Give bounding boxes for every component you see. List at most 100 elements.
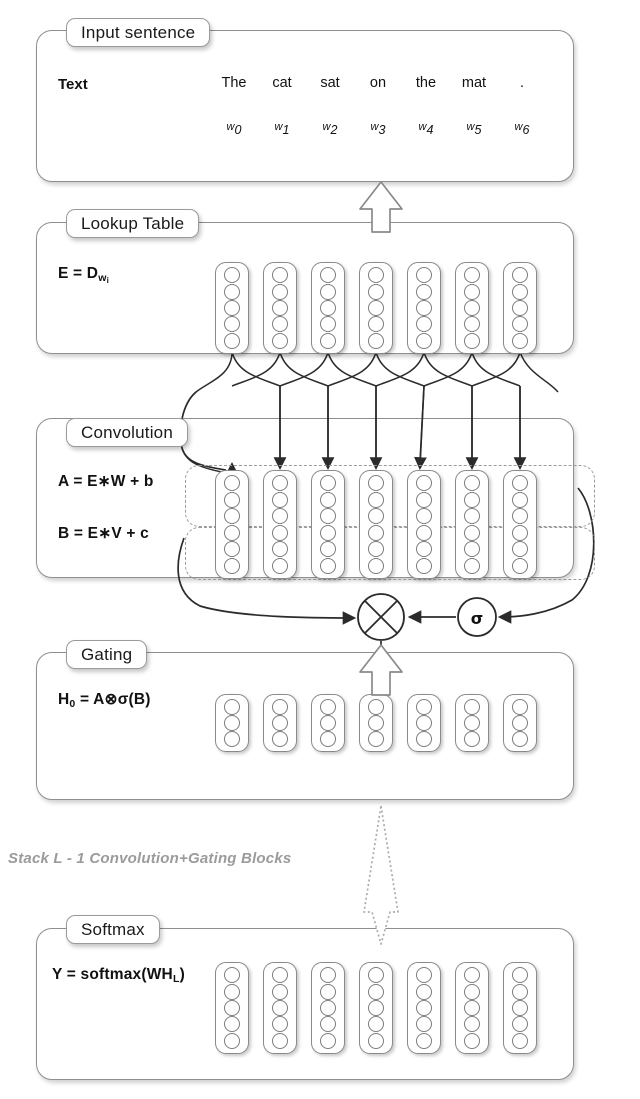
vector-cell — [512, 557, 528, 574]
vector-cell — [272, 1032, 288, 1049]
vector-cell — [320, 267, 336, 284]
vector-column — [503, 694, 537, 752]
vector-column — [359, 262, 393, 354]
vector-cell — [368, 524, 384, 541]
vector-cell — [464, 967, 480, 984]
tab-input-sentence[interactable]: Input sentence — [66, 18, 211, 47]
vector-cell — [512, 541, 528, 558]
vector-cell — [272, 491, 288, 508]
vector-cell — [512, 267, 528, 284]
vector-cell — [368, 541, 384, 558]
vector-cell — [272, 524, 288, 541]
vector-cell — [368, 557, 384, 574]
vector-cell — [272, 508, 288, 525]
diagram-canvas: Input sentence Text The cat sat on the m… — [0, 0, 640, 1099]
token: sat — [320, 75, 340, 91]
tab-softmax[interactable]: Softmax — [66, 915, 160, 944]
vector-cell — [272, 731, 288, 747]
vector-column — [263, 694, 297, 752]
vector-column — [407, 470, 441, 579]
token-index: w0 — [226, 121, 242, 137]
vector-cell — [416, 491, 432, 508]
vector-cell — [224, 299, 240, 316]
vector-cell — [272, 475, 288, 492]
vector-cell — [272, 283, 288, 300]
vector-cell — [464, 491, 480, 508]
token-index: w1 — [274, 121, 290, 137]
tab-gating[interactable]: Gating — [66, 640, 148, 669]
vector-cell — [224, 731, 240, 747]
vector-column — [407, 262, 441, 354]
vector-cell — [512, 283, 528, 300]
equation-gating: H0 = A⊗σ(B) — [58, 691, 151, 710]
vector-cell — [320, 967, 336, 984]
token-index: w4 — [418, 121, 434, 137]
vector-cell — [416, 508, 432, 525]
vector-column — [311, 962, 345, 1054]
vector-cell — [224, 508, 240, 525]
vector-cell — [224, 475, 240, 492]
vector-cell — [320, 731, 336, 747]
vector-cell — [464, 999, 480, 1016]
vector-cell — [224, 267, 240, 284]
vector-cell — [368, 1016, 384, 1033]
vector-column — [359, 962, 393, 1054]
vector-cell — [512, 299, 528, 316]
vector-column — [311, 694, 345, 752]
vector-cell — [464, 983, 480, 1000]
vector-cell — [320, 508, 336, 525]
vector-column — [455, 962, 489, 1054]
vector-cell — [368, 983, 384, 1000]
vector-cell — [464, 541, 480, 558]
vector-cell — [272, 557, 288, 574]
vector-cell — [224, 332, 240, 349]
vector-cell — [368, 731, 384, 747]
vector-column — [215, 694, 249, 752]
vector-cell — [320, 715, 336, 731]
vector-cell — [416, 999, 432, 1016]
vector-cell — [320, 491, 336, 508]
vector-cell — [464, 1032, 480, 1049]
vector-cell — [464, 283, 480, 300]
tab-lookup-table[interactable]: Lookup Table — [66, 209, 200, 238]
vector-cell — [416, 731, 432, 747]
panel-lookup-table — [36, 222, 574, 354]
vector-cell — [272, 999, 288, 1016]
vector-cell — [272, 967, 288, 984]
vector-cell — [416, 283, 432, 300]
equation-softmax: Y = softmax(WHL) — [52, 966, 185, 985]
tab-convolution[interactable]: Convolution — [66, 418, 188, 447]
vector-column — [455, 694, 489, 752]
token-index: w5 — [466, 121, 482, 137]
vector-column — [359, 694, 393, 752]
vector-cell — [512, 731, 528, 747]
vector-cell — [224, 541, 240, 558]
vector-cell — [368, 999, 384, 1016]
vector-cell — [368, 491, 384, 508]
vector-cell — [416, 967, 432, 984]
vector-cell — [320, 475, 336, 492]
vector-cell — [224, 316, 240, 333]
vector-cell — [224, 557, 240, 574]
vector-column — [311, 262, 345, 354]
vector-cell — [368, 699, 384, 715]
svg-text:σ: σ — [471, 609, 483, 628]
token-index: w2 — [322, 121, 338, 137]
input-token-indices: w0 w1 w2 w3 w4 w5 w6 — [210, 118, 546, 137]
vector-cell — [272, 267, 288, 284]
vector-column — [407, 694, 441, 752]
vector-cell — [368, 715, 384, 731]
vector-cell — [272, 1016, 288, 1033]
equation-convolution-a: A = E∗W + b — [58, 473, 154, 490]
vector-cell — [368, 332, 384, 349]
token: cat — [272, 75, 292, 91]
equation-convolution-b: B = E∗V + c — [58, 525, 150, 542]
vector-cell — [368, 967, 384, 984]
token: The — [221, 75, 247, 91]
vector-cell — [224, 983, 240, 1000]
input-row-label: Text — [58, 76, 88, 93]
vector-cell — [464, 299, 480, 316]
vector-cell — [272, 715, 288, 731]
vector-cell — [320, 332, 336, 349]
vector-cell — [416, 983, 432, 1000]
